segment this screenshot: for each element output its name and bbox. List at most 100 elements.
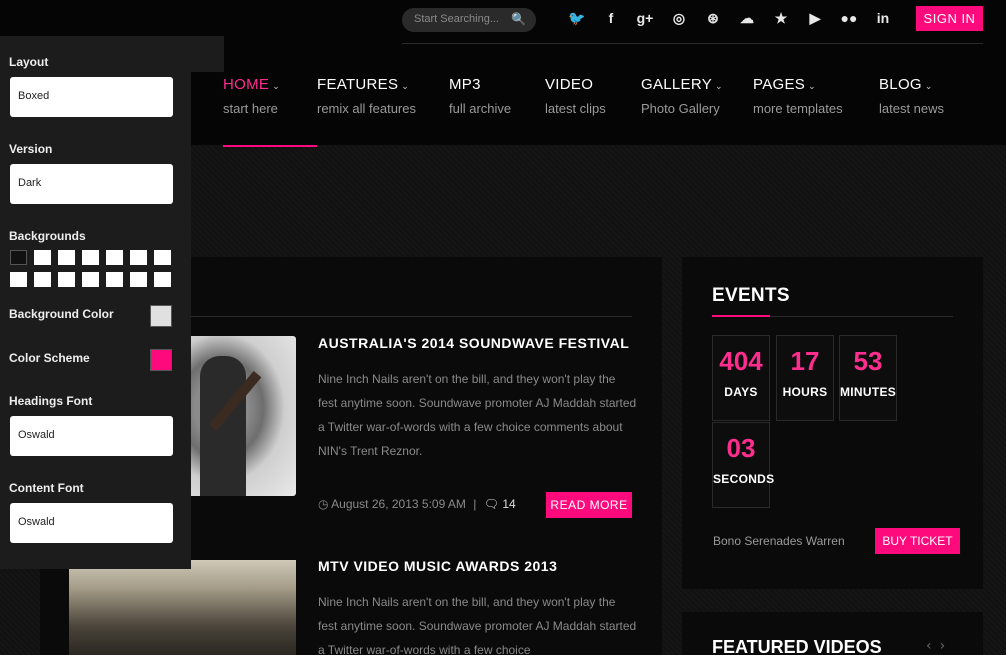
background-swatch[interactable] <box>34 250 51 265</box>
content-font-select[interactable]: Oswald <box>10 503 173 543</box>
style-switcher-toggle[interactable] <box>191 36 224 72</box>
article-meta: ◷ August 26, 2013 5:09 AM | 🗨 14 <box>318 497 516 511</box>
read-more-button[interactable]: READ MORE <box>546 492 632 518</box>
events-divider <box>770 316 953 317</box>
twitter-icon[interactable]: 🐦 <box>560 10 594 27</box>
content-font-label: Content Font <box>9 481 84 495</box>
backgrounds-label: Backgrounds <box>9 229 86 243</box>
color-scheme-picker[interactable] <box>150 349 172 371</box>
article-title[interactable]: MTV VIDEO MUSIC AWARDS 2013 <box>318 558 557 574</box>
comment-count[interactable]: 14 <box>502 497 515 511</box>
cloud-icon[interactable]: ☁ <box>730 10 764 27</box>
article-date: August 26, 2013 5:09 AM <box>331 497 466 511</box>
background-swatch[interactable] <box>10 272 27 287</box>
social-icons: 🐦 f g+ ◎ ⊛ ☁ ★ ▶ ●● in <box>560 10 900 27</box>
nav-item-home[interactable]: HOME ⌄ start here <box>223 76 280 116</box>
countdown-days: 404 DAYS <box>712 335 770 421</box>
nav-item-pages[interactable]: PAGES ⌄ more templates <box>753 76 843 116</box>
background-color-label: Background Color <box>9 307 114 321</box>
search-placeholder: Start Searching... <box>414 13 499 25</box>
nav-item-mp3[interactable]: MP3 full archive <box>449 76 511 116</box>
article-excerpt: Nine Inch Nails aren't on the bill, and … <box>318 595 637 655</box>
background-swatch[interactable] <box>154 250 171 265</box>
nav-title: HOME <box>223 76 270 93</box>
linkedin-icon[interactable]: in <box>866 10 900 27</box>
color-scheme-label: Color Scheme <box>9 351 90 365</box>
google-plus-icon[interactable]: g+ <box>628 10 662 27</box>
countdown-minutes: 53 MINUTES <box>839 335 897 421</box>
nav-title: VIDEO <box>545 76 594 93</box>
nav-item-video[interactable]: VIDEO latest clips <box>545 76 606 116</box>
clock-icon: ◷ <box>318 497 329 511</box>
meta-separator: | <box>473 497 477 511</box>
nav-subtitle: full archive <box>449 101 512 116</box>
facebook-icon[interactable]: f <box>594 10 628 27</box>
dribbble-icon[interactable]: ⊛ <box>696 10 730 27</box>
background-swatch[interactable] <box>58 272 75 287</box>
chevron-down-icon: ⌄ <box>924 81 933 91</box>
flickr-icon[interactable]: ●● <box>832 10 866 27</box>
background-swatch[interactable] <box>10 250 27 265</box>
countdown-label: SECONDS <box>713 472 775 486</box>
background-swatch[interactable] <box>130 272 147 287</box>
star-icon[interactable]: ★ <box>764 10 798 27</box>
countdown-value: 53 <box>853 346 883 376</box>
countdown-value: 17 <box>790 346 820 376</box>
instagram-icon[interactable]: ◎ <box>662 10 696 27</box>
article-image[interactable] <box>69 560 296 655</box>
nav-title: BLOG <box>879 76 922 93</box>
event-name[interactable]: Bono Serenades Warren <box>713 534 845 548</box>
youtube-icon[interactable]: ▶ <box>798 10 832 27</box>
background-swatch[interactable] <box>154 272 171 287</box>
nav-subtitle: latest clips <box>545 101 606 116</box>
panel-divider <box>190 316 632 317</box>
search-icon[interactable]: 🔍 <box>511 12 526 26</box>
nav-title: MP3 <box>449 76 481 93</box>
nav-title: PAGES <box>753 76 806 93</box>
countdown-value: 404 <box>719 346 763 376</box>
countdown-label: HOURS <box>782 385 828 399</box>
comments-icon: 🗨 <box>483 497 499 511</box>
header-divider <box>402 43 983 44</box>
buy-ticket-button[interactable]: BUY TICKET <box>875 528 960 554</box>
headings-font-select[interactable]: Oswald <box>10 416 173 456</box>
nav-item-blog[interactable]: BLOG ⌄ latest news <box>879 76 944 116</box>
performer-figure <box>200 356 246 496</box>
version-select[interactable]: Dark <box>10 164 173 204</box>
layout-select[interactable]: Boxed <box>10 77 173 117</box>
nav-title: GALLERY <box>641 76 713 93</box>
background-swatch[interactable] <box>82 250 99 265</box>
nav-item-features[interactable]: FEATURES ⌄ remix all features <box>317 76 416 116</box>
layout-label: Layout <box>9 55 49 69</box>
chevron-left-icon[interactable]: ‹ <box>926 638 940 654</box>
countdown-label: DAYS <box>724 385 758 399</box>
nav-subtitle: Photo Gallery <box>641 101 720 116</box>
version-label: Version <box>9 142 53 156</box>
background-color-picker[interactable] <box>150 305 172 327</box>
sign-in-button[interactable]: SIGN IN <box>916 6 983 31</box>
nav-title: FEATURES <box>317 76 399 93</box>
chevron-right-icon[interactable]: › <box>940 638 954 654</box>
carousel-arrows: ‹› <box>926 638 953 654</box>
background-swatches <box>10 250 171 287</box>
nav-item-gallery[interactable]: GALLERY ⌄ Photo Gallery <box>641 76 723 116</box>
chevron-down-icon: ⌄ <box>401 81 410 91</box>
article-excerpt: Nine Inch Nails aren't on the bill, and … <box>318 372 637 458</box>
background-swatch[interactable] <box>58 250 75 265</box>
nav-subtitle: more templates <box>753 101 843 116</box>
headings-font-label: Headings Font <box>9 394 93 408</box>
background-swatch[interactable] <box>130 250 147 265</box>
background-swatch[interactable] <box>106 272 123 287</box>
background-swatch[interactable] <box>34 272 51 287</box>
chevron-down-icon: ⌄ <box>715 81 723 91</box>
countdown-hours: 17 HOURS <box>776 335 834 421</box>
events-title: EVENTS <box>712 285 790 306</box>
countdown-label: MINUTES <box>840 385 897 399</box>
background-swatch[interactable] <box>106 250 123 265</box>
background-swatch[interactable] <box>82 272 99 287</box>
search-input[interactable]: Start Searching... 🔍 <box>402 8 536 32</box>
chevron-down-icon: ⌄ <box>272 81 281 91</box>
nav-active-indicator <box>223 145 317 147</box>
nav-subtitle: start here <box>223 101 278 116</box>
article-title[interactable]: AUSTRALIA'S 2014 SOUNDWAVE FESTIVAL <box>318 335 629 351</box>
